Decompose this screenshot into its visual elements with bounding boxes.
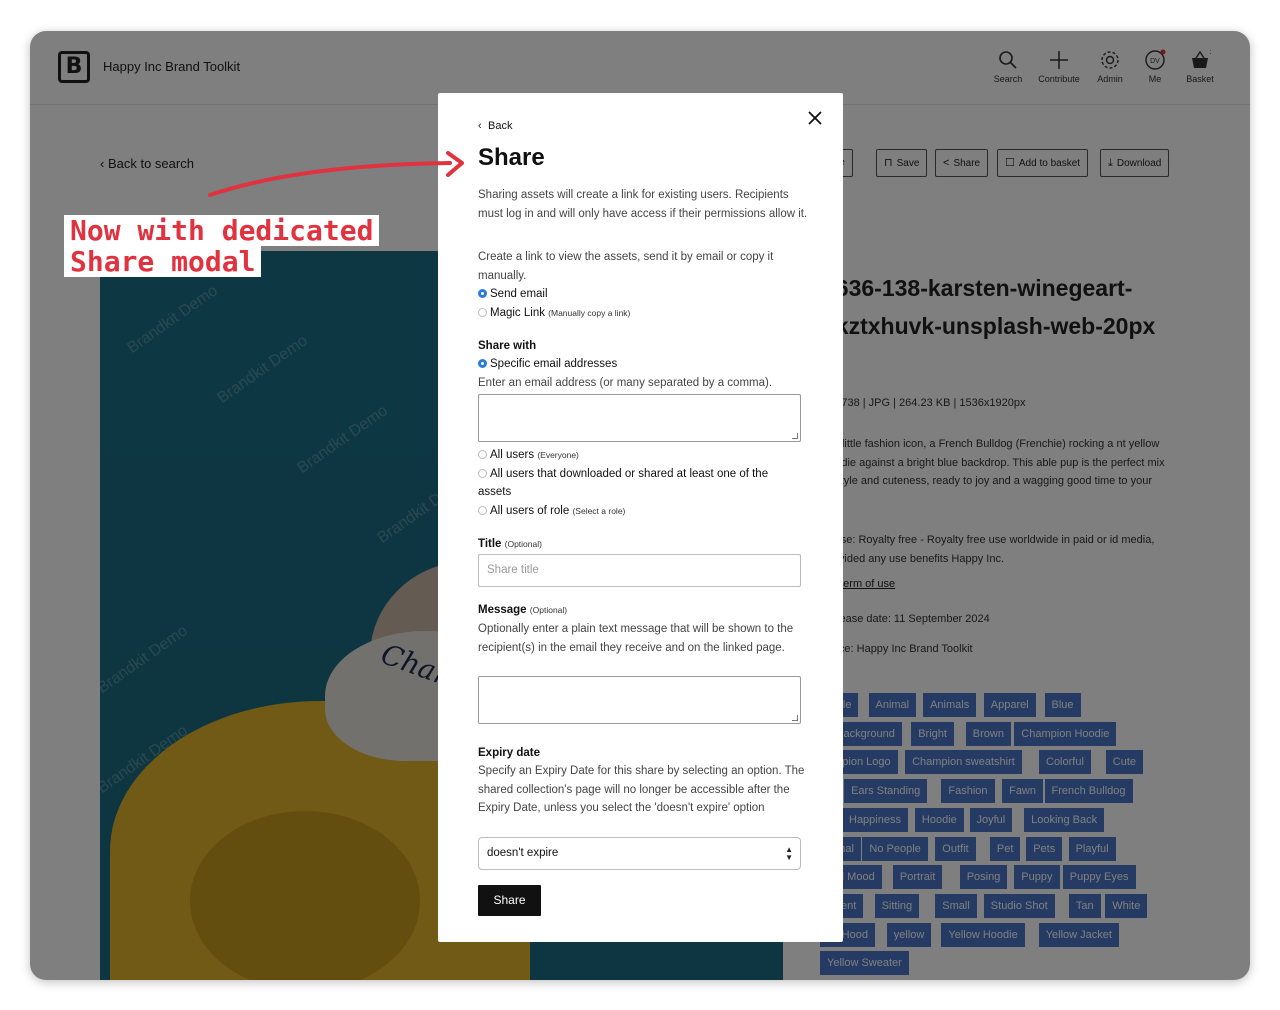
radio-note: (Select a role) bbox=[572, 506, 626, 516]
radio-magic-link[interactable]: Magic Link (Manually copy a link) bbox=[478, 304, 630, 322]
radio-label: All users that downloaded or shared at l… bbox=[478, 468, 769, 498]
radio-all-users[interactable]: All users (Everyone) bbox=[478, 446, 579, 464]
modal-back-link[interactable]: ‹ Back bbox=[478, 120, 512, 132]
modal-title: Share bbox=[478, 144, 545, 171]
expiry-label: Expiry date bbox=[478, 747, 540, 759]
radio-label: Send email bbox=[490, 288, 548, 300]
radio-icon-selected bbox=[478, 359, 487, 368]
share-submit-button[interactable]: Share bbox=[478, 885, 541, 916]
radio-downloaded-users[interactable]: All users that downloaded or shared at l… bbox=[478, 465, 798, 501]
resize-handle[interactable] bbox=[792, 433, 798, 439]
share-create-text: Create a link to view the assets, send i… bbox=[478, 251, 774, 282]
expiry-select[interactable]: doesn't expire ▲ ▼ bbox=[478, 837, 801, 870]
radio-label: All users of role bbox=[490, 505, 570, 517]
expiry-hint: Specify an Expiry Date for this share by… bbox=[478, 765, 805, 814]
radio-note: (Manually copy a link) bbox=[548, 308, 631, 318]
message-hint: Optionally enter a plain text message th… bbox=[478, 623, 794, 654]
share-modal: ‹ Back Share Sharing assets will create a… bbox=[438, 93, 843, 942]
app-window: B Happy Inc Brand Toolkit Search Contrib… bbox=[30, 31, 1250, 980]
radio-icon bbox=[478, 469, 487, 478]
radio-icon bbox=[478, 308, 487, 317]
modal-back-label: Back bbox=[488, 120, 513, 132]
title-label: Title (Optional) bbox=[478, 538, 542, 550]
radio-icon bbox=[478, 506, 487, 515]
close-icon[interactable] bbox=[804, 107, 826, 129]
radio-icon-selected bbox=[478, 289, 487, 298]
resize-handle[interactable] bbox=[792, 715, 798, 721]
email-addresses-field[interactable] bbox=[478, 394, 801, 442]
chevron-left-icon: ‹ bbox=[478, 120, 482, 132]
annotation-line-1: Now with dedicated bbox=[64, 215, 380, 246]
radio-label: Specific email addresses bbox=[490, 358, 618, 370]
radio-users-of-role[interactable]: All users of role (Select a role) bbox=[478, 502, 625, 520]
radio-note: (Everyone) bbox=[537, 450, 579, 460]
radio-label: Magic Link bbox=[490, 307, 545, 319]
radio-icon bbox=[478, 450, 487, 459]
expiry-selected-value: doesn't expire bbox=[487, 847, 559, 859]
annotation-line-2: Share modal bbox=[64, 246, 262, 277]
radio-label: All users bbox=[490, 449, 535, 461]
share-with-heading: Share with bbox=[478, 340, 537, 352]
message-label: Message (Optional) bbox=[478, 604, 568, 616]
radio-specific-emails[interactable]: Specific email addresses bbox=[478, 355, 617, 373]
message-field[interactable] bbox=[478, 676, 801, 724]
radio-send-email[interactable]: Send email bbox=[478, 285, 548, 303]
share-intro-text: Sharing assets will create a link for ex… bbox=[478, 189, 808, 220]
email-hint: Enter an email address (or many separate… bbox=[478, 377, 773, 389]
annotation-callout: Now with dedicated Share modal bbox=[64, 215, 380, 277]
share-title-input[interactable]: Share title bbox=[478, 554, 801, 587]
select-arrows-icon: ▲ ▼ bbox=[785, 845, 793, 862]
